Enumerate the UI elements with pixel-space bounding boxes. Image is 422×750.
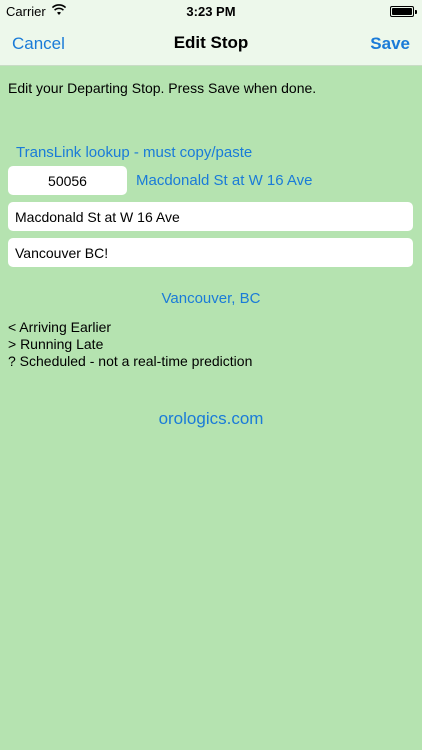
legend-arriving-earlier: < Arriving Earlier (8, 319, 112, 335)
instructions-text: Edit your Departing Stop. Press Save whe… (8, 80, 317, 96)
battery-icon (390, 6, 417, 17)
legend-scheduled: ? Scheduled - not a real-time prediction (8, 353, 253, 369)
status-time: 3:23 PM (186, 4, 236, 19)
cancel-button[interactable]: Cancel (12, 34, 65, 54)
status-bar: Carrier 3:23 PM (0, 0, 422, 22)
city-label: Vancouver, BC (161, 290, 261, 307)
legend: < Arriving Earlier > Running Late ? Sche… (8, 319, 252, 370)
battery-tip (415, 10, 417, 14)
battery-fill (392, 8, 412, 15)
stop-city-input[interactable] (8, 238, 413, 267)
stop-description-input[interactable] (8, 202, 413, 231)
legend-running-late: > Running Late (8, 336, 104, 352)
navigation-bar: Cancel Edit Stop Save (0, 22, 422, 66)
website-link[interactable]: orologics.com (0, 409, 422, 429)
save-button[interactable]: Save (370, 34, 410, 54)
stop-name-link[interactable]: Macdonald St at W 16 Ave (136, 172, 313, 189)
stop-number-input[interactable] (8, 166, 127, 195)
translink-lookup-link[interactable]: TransLink lookup - must copy/paste (16, 144, 252, 161)
edit-stop-screen: Carrier 3:23 PM Cancel Edit Stop Save Ed… (0, 0, 422, 750)
